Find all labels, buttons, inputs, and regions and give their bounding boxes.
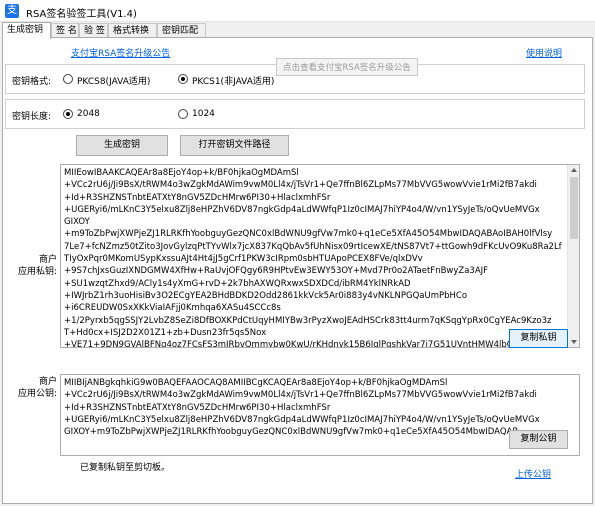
private-key-text[interactable]: MIIEowIBAAKCAQEAr8a8EjoY4op+k/BF0hjkaOgM… bbox=[64, 167, 565, 347]
public-key-label: 商户 应用公钥: bbox=[7, 376, 57, 400]
length-1024-radio[interactable] bbox=[178, 109, 188, 119]
copy-private-key-button[interactable]: 复制私钥 bbox=[509, 329, 568, 348]
key-length-group: 密钥长度: 2048 1024 bbox=[5, 99, 585, 129]
scroll-up-icon[interactable] bbox=[571, 168, 577, 172]
generate-key-panel: 支付宝RSA签名升级公告 使用说明 密钥格式: PKCS8(JAVA适用) PK… bbox=[2, 37, 593, 504]
key-length-label: 密钥长度: bbox=[12, 112, 52, 122]
open-key-path-button[interactable]: 打开密钥文件路径 bbox=[180, 135, 289, 156]
private-key-scroll-thumb[interactable] bbox=[570, 177, 578, 239]
key-format-label: 密钥格式: bbox=[12, 77, 52, 87]
tab-key-match[interactable]: 密钥匹配 bbox=[157, 23, 206, 38]
length-1024-label[interactable]: 1024 bbox=[192, 109, 215, 119]
tab-verify[interactable]: 验 签 bbox=[79, 23, 108, 38]
public-key-textarea[interactable]: MIIBIjANBgkqhkiG9w0BAQEFAAOCAQ8AMIIBCgKC… bbox=[60, 374, 580, 456]
copy-public-key-button[interactable]: 复制公钥 bbox=[509, 430, 568, 449]
window-title: RSA签名验签工具(V1.4) bbox=[26, 9, 137, 20]
tab-bar: 生成密钥 签 名 验 签 格式转换 密钥匹配 bbox=[0, 22, 595, 39]
upload-pubkey-link[interactable]: 上传公钥 bbox=[515, 467, 551, 480]
scroll-down-icon[interactable] bbox=[571, 340, 577, 344]
private-key-label-line2: 应用私钥: bbox=[17, 267, 57, 277]
length-2048-radio[interactable] bbox=[63, 109, 73, 119]
pkcs8-label[interactable]: PKCS8(JAVA适用) bbox=[77, 74, 150, 87]
private-key-label-line1: 商户 bbox=[38, 255, 57, 265]
tab-format-convert[interactable]: 格式转换 bbox=[108, 23, 157, 38]
length-2048-label[interactable]: 2048 bbox=[77, 109, 100, 119]
public-key-label-line1: 商户 bbox=[38, 377, 57, 387]
title-bar: 支 RSA签名验签工具(V1.4) bbox=[0, 0, 595, 22]
tab-generate-key[interactable]: 生成密钥 bbox=[2, 22, 51, 39]
private-key-label: 商户 应用私钥: bbox=[7, 254, 57, 278]
help-link[interactable]: 使用说明 bbox=[526, 46, 562, 59]
pkcs1-label[interactable]: PKCS1(非JAVA适用) bbox=[192, 74, 274, 87]
tab-sign[interactable]: 签 名 bbox=[51, 23, 79, 38]
generate-key-button[interactable]: 生成密钥 bbox=[76, 135, 168, 156]
upgrade-notice-tooltip: 点击查看支付宝RSA签名升级公告 bbox=[276, 58, 418, 76]
upgrade-notice-link[interactable]: 支付宝RSA签名升级公告 bbox=[71, 46, 170, 59]
private-key-scrollbar[interactable] bbox=[567, 165, 579, 347]
pkcs8-radio[interactable] bbox=[63, 74, 73, 84]
status-message: 已复制私钥至剪切板。 bbox=[80, 463, 171, 473]
public-key-label-line2: 应用公钥: bbox=[17, 389, 57, 399]
app-icon: 支 bbox=[5, 4, 19, 18]
private-key-textarea[interactable]: MIIEowIBAAKCAQEAr8a8EjoY4op+k/BF0hjkaOgM… bbox=[60, 164, 580, 348]
public-key-text[interactable]: MIIBIjANBgkqhkiG9w0BAQEFAAOCAQ8AMIIBCgKC… bbox=[64, 377, 565, 438]
pkcs1-radio[interactable] bbox=[178, 74, 188, 84]
